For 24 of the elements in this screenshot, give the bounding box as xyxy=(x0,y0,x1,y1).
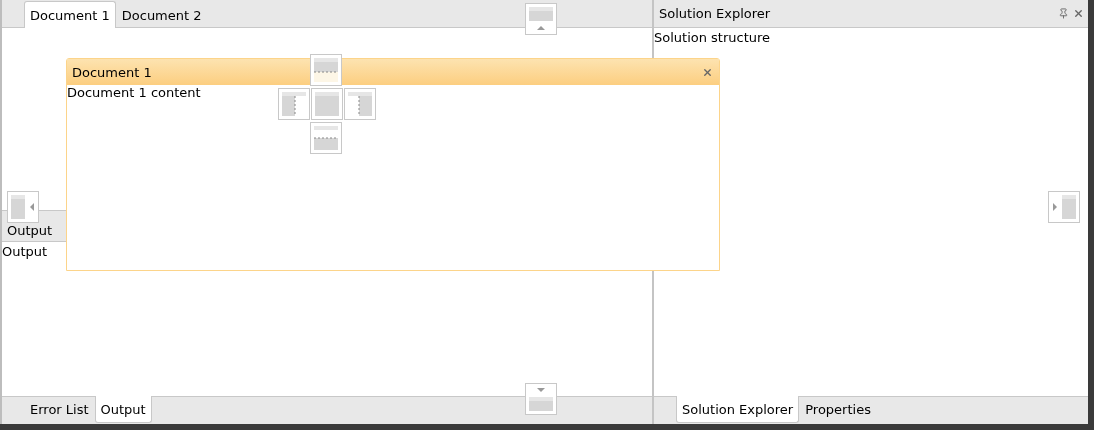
dock-left-button[interactable] xyxy=(7,191,39,223)
close-icon[interactable] xyxy=(1073,8,1084,19)
dock-right-button[interactable] xyxy=(344,88,376,120)
tab[interactable]: Document 1 xyxy=(24,1,116,28)
panel-title: Output xyxy=(7,223,53,238)
pin-icon[interactable] xyxy=(1058,8,1069,19)
window-content: Document 1 content xyxy=(67,85,201,100)
tab[interactable]: Properties xyxy=(799,396,877,423)
panel-title: Solution Explorer xyxy=(659,6,772,21)
panel-content: Output xyxy=(2,244,48,259)
tab[interactable]: Document 2 xyxy=(115,1,208,28)
panel-content: Solution structure xyxy=(654,30,771,45)
dock-top-button[interactable] xyxy=(310,54,342,86)
tab[interactable]: Output xyxy=(94,396,152,423)
dock-bottom-button[interactable] xyxy=(310,122,342,154)
window-title: Document 1 xyxy=(72,64,152,80)
dock-top-button[interactable] xyxy=(525,3,557,35)
dock-center-button[interactable] xyxy=(311,88,343,120)
dock-right-button[interactable] xyxy=(1048,191,1080,223)
tab[interactable]: Solution Explorer xyxy=(676,396,800,423)
dock-left-button[interactable] xyxy=(278,88,310,120)
dock-bottom-button[interactable] xyxy=(525,383,557,415)
close-icon[interactable] xyxy=(702,66,713,78)
tab[interactable]: Error List xyxy=(24,396,95,423)
